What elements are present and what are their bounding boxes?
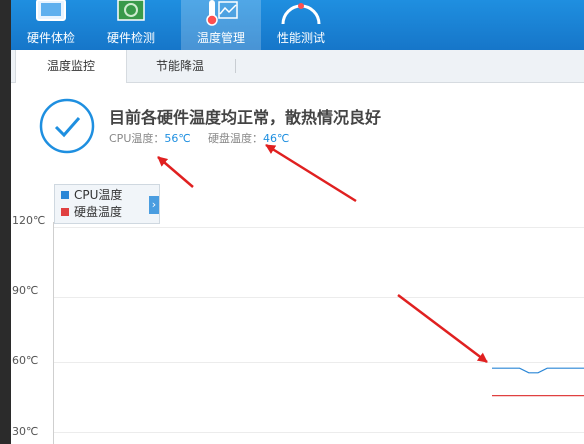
- annotation-arrow: [397, 294, 488, 363]
- annotation-arrow: [157, 156, 194, 188]
- chart-plot: [157, 143, 584, 397]
- cpu-temperature-line: [492, 367, 584, 374]
- annotation-arrow: [265, 143, 357, 203]
